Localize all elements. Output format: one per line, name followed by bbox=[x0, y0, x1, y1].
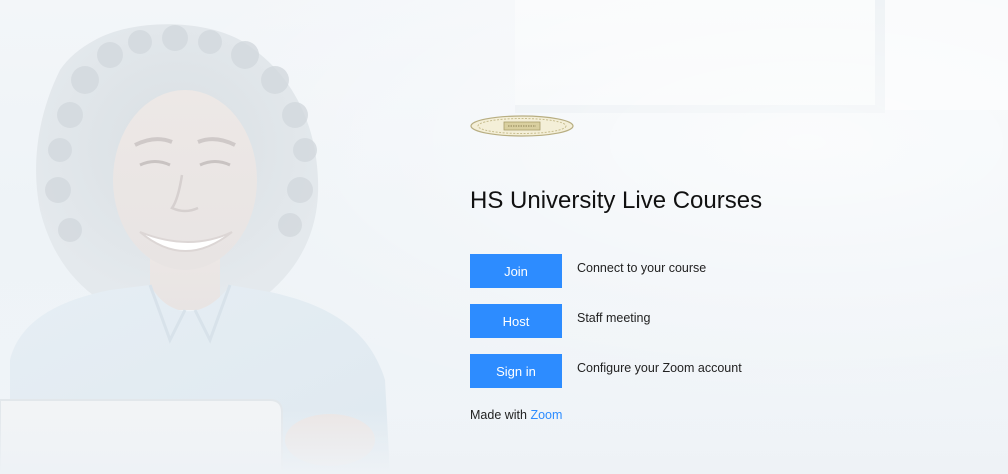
host-button[interactable]: Host bbox=[470, 304, 562, 338]
join-row: Join Connect to your course bbox=[470, 254, 890, 288]
main-panel: HS University Live Courses Join Connect … bbox=[470, 115, 890, 422]
hero-photo bbox=[0, 24, 390, 474]
host-row: Host Staff meeting bbox=[470, 304, 890, 338]
sign-in-row: Sign in Configure your Zoom account bbox=[470, 354, 890, 388]
join-button[interactable]: Join bbox=[470, 254, 562, 288]
sign-in-button[interactable]: Sign in bbox=[470, 354, 562, 388]
join-description: Connect to your course bbox=[577, 261, 707, 275]
sign-in-description: Configure your Zoom account bbox=[577, 361, 742, 375]
university-seal-logo-icon bbox=[470, 115, 574, 137]
zoom-link[interactable]: Zoom bbox=[530, 408, 562, 422]
footer-credit: Made with Zoom bbox=[470, 408, 890, 422]
zoom-join-page: HS University Live Courses Join Connect … bbox=[0, 0, 1008, 474]
page-title: HS University Live Courses bbox=[470, 187, 763, 214]
host-description: Staff meeting bbox=[577, 311, 651, 325]
footer-prefix: Made with bbox=[470, 408, 527, 422]
